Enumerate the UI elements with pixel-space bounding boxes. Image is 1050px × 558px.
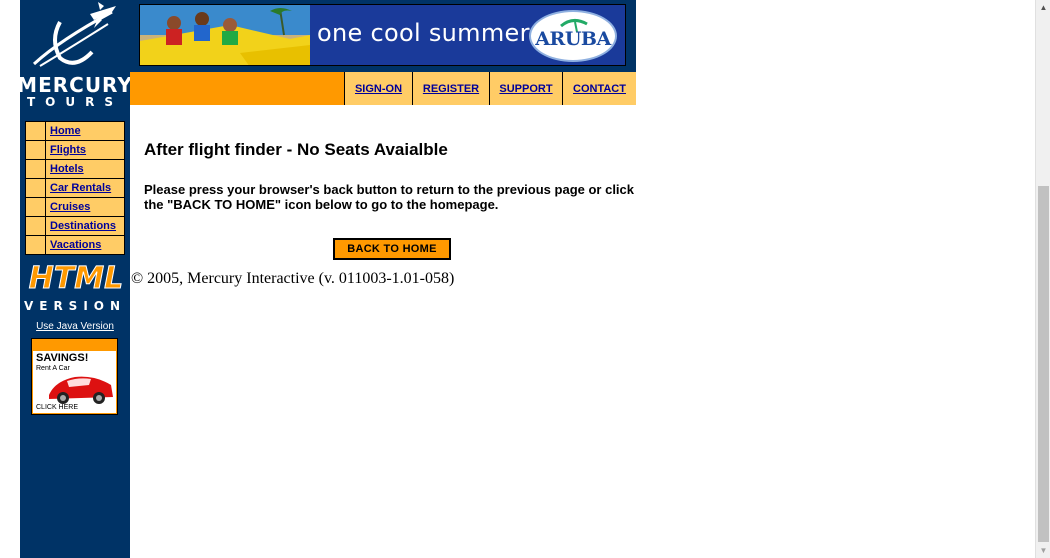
sidebar-item-cruises: Cruises xyxy=(26,198,124,216)
sidebar-item-vacations: Vacations xyxy=(26,236,124,254)
badge-html-text: HTML xyxy=(29,261,124,296)
use-java-version-link[interactable]: Use Java Version xyxy=(36,321,114,332)
scroll-down-arrow-icon[interactable]: ▼ xyxy=(1036,543,1050,558)
support-link[interactable]: SUPPORT xyxy=(499,83,552,95)
sidebar-link-destinations[interactable]: Destinations xyxy=(50,220,116,232)
page-title: After flight finder - No Seats Avaialble xyxy=(144,140,448,159)
topnav-item-sign-on: SIGN-ON xyxy=(345,72,412,105)
register-link[interactable]: REGISTER xyxy=(423,83,479,95)
copyright-text: © 2005, Mercury Interactive (v. 011003-1… xyxy=(131,270,455,287)
sidebar-item-flights: Flights xyxy=(26,141,124,159)
banner-slogan: one cool summer xyxy=(317,19,530,47)
sign-on-link[interactable]: SIGN-ON xyxy=(355,83,402,95)
contact-link[interactable]: CONTACT xyxy=(573,83,626,95)
sidebar-item-car-rentals: Car Rentals xyxy=(26,179,124,197)
sidebar-item-home: Home xyxy=(26,122,124,140)
sidebar-link-car-rentals[interactable]: Car Rentals xyxy=(50,182,111,194)
topnav-item-contact: CONTACT xyxy=(563,72,636,105)
sidebar-link-home[interactable]: Home xyxy=(50,125,81,137)
topnav-item-register: REGISTER xyxy=(413,72,489,105)
mercury-tours-logo[interactable]: MERCURY TOURS xyxy=(20,0,130,110)
left-sidebar: MERCURY TOURS Home Flights Hotels Car Re… xyxy=(20,0,130,558)
sidebar-nav: Home Flights Hotels Car Rentals Cruises … xyxy=(25,121,125,255)
ad-title: SAVINGS! xyxy=(36,352,89,364)
info-message: Please press your browser's back button … xyxy=(144,182,635,212)
back-to-home-button[interactable]: BACK TO HOME xyxy=(333,238,451,260)
aruba-brand-text: ARUBA xyxy=(535,28,611,50)
back-to-home-label: BACK TO HOME xyxy=(347,243,437,255)
beach-photo-icon xyxy=(140,5,310,65)
sidebar-link-cruises[interactable]: Cruises xyxy=(50,201,90,213)
sidebar-item-hotels: Hotels xyxy=(26,160,124,178)
ad-click-here: CLICK HERE xyxy=(36,404,79,411)
top-nav: SIGN-ON REGISTER SUPPORT CONTACT xyxy=(344,72,636,105)
ad-subtitle: Rent A Car xyxy=(36,365,70,372)
sidebar-link-vacations[interactable]: Vacations xyxy=(50,239,101,251)
sidebar-link-hotels[interactable]: Hotels xyxy=(50,163,84,175)
badge-version-text: VERSION xyxy=(24,299,126,313)
vertical-scrollbar[interactable]: ▲ ▼ xyxy=(1035,0,1050,558)
airplane-logo-icon: MERCURY TOURS xyxy=(20,2,130,109)
red-car-icon xyxy=(49,376,113,404)
logo-mercury-text: MERCURY xyxy=(20,73,130,97)
scroll-up-arrow-icon[interactable]: ▲ xyxy=(1036,0,1050,15)
scroll-thumb[interactable] xyxy=(1038,186,1049,542)
rent-a-car-ad[interactable]: SAVINGS! Rent A Car CLICK HERE xyxy=(31,338,118,415)
logo-tours-text: TOURS xyxy=(27,95,123,109)
aruba-logo: ARUBA xyxy=(529,10,617,62)
html-version-badge: HTML VERSION xyxy=(20,258,130,314)
aruba-banner-ad[interactable]: one cool summer ARUBA xyxy=(139,4,626,66)
sidebar-item-destinations: Destinations xyxy=(26,217,124,235)
topnav-item-support: SUPPORT xyxy=(490,72,562,105)
sidebar-link-flights[interactable]: Flights xyxy=(50,144,86,156)
